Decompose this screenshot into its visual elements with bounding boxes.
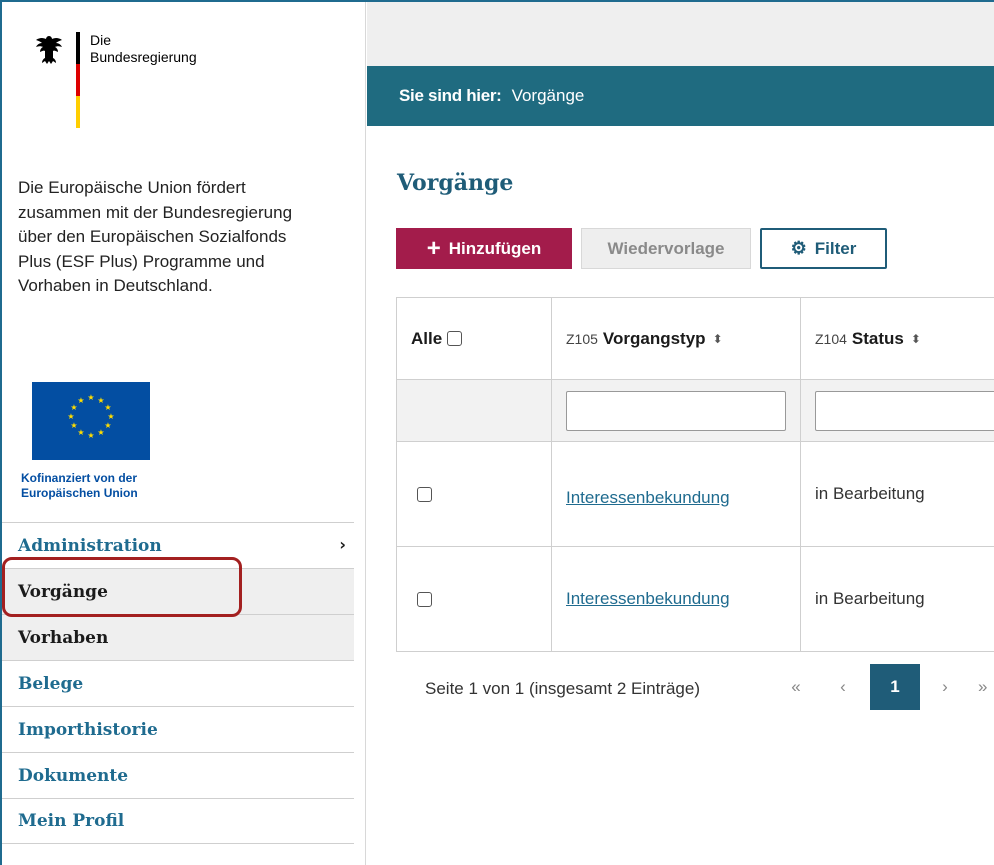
header-type-label: Vorgangstyp	[602, 328, 706, 348]
header-status-code: Z104	[815, 330, 847, 347]
logo-line-1: Die	[90, 32, 112, 48]
svg-text:★: ★	[87, 431, 94, 440]
sort-icon: ⬍	[910, 331, 921, 346]
first-page-button[interactable]: «	[783, 664, 809, 710]
plus-icon: +	[426, 234, 441, 262]
sidebar-item-label: Dokumente	[18, 765, 129, 786]
bundesregierung-logo[interactable]: Die Bundesregierung	[30, 32, 250, 132]
prev-page-button[interactable]: ‹	[833, 664, 853, 710]
sidebar-item-label: Administration	[18, 535, 162, 556]
status-text: in Bearbeitung	[815, 484, 925, 503]
sidebar-item-vorhaben[interactable]: Vorhaben	[2, 614, 354, 660]
sidebar-item-mein-profil[interactable]: Mein Profil	[2, 798, 354, 844]
sidebar-item-label: Importhistorie	[18, 719, 158, 740]
eu-caption-line-2: Europäischen Union	[21, 486, 138, 500]
table-row: Interessenbekundung in Bearbeitung	[397, 547, 994, 652]
svg-text:★: ★	[104, 403, 111, 412]
breadcrumb: Sie sind hier: Vorgänge	[367, 66, 994, 126]
type-link[interactable]: Interessenbekundung	[566, 589, 730, 609]
add-button-label: Hinzufügen	[448, 238, 542, 258]
resubmit-button[interactable]: Wiedervorlage	[581, 228, 751, 269]
logo-line-2: Bundesregierung	[90, 49, 197, 65]
type-link[interactable]: Interessenbekundung	[566, 488, 730, 508]
svg-text:★: ★	[87, 393, 94, 402]
filter-cell-status	[801, 380, 994, 441]
table-row: Interessenbekundung in Bearbeitung	[397, 442, 994, 547]
filter-button[interactable]: ⚙ Filter	[760, 228, 887, 269]
resubmit-button-label: Wiedervorlage	[607, 238, 725, 258]
intro-text: Die Europäische Union fördert zusammen m…	[18, 178, 293, 295]
type-cell: Interessenbekundung	[552, 547, 801, 651]
table-filter-row	[397, 380, 994, 442]
header-vorgangstyp[interactable]: Z105 Vorgangstyp ⬍	[552, 298, 801, 379]
sidebar-item-administration[interactable]: Administration ›	[2, 522, 354, 568]
sidebar-item-label: Vorgänge	[18, 581, 108, 602]
filter-button-label: Filter	[814, 238, 857, 258]
sidebar: Die Bundesregierung Die Europäische Unio…	[2, 2, 366, 865]
select-all-checkbox[interactable]	[447, 331, 463, 346]
header-status[interactable]: Z104 Status ⬍	[801, 298, 994, 379]
sidebar-item-label: Vorhaben	[18, 627, 109, 648]
sidebar-item-label: Mein Profil	[18, 811, 125, 831]
current-page-button[interactable]: 1	[870, 664, 920, 710]
pagination-summary: Seite 1 von 1 (insgesamt 2 Einträge)	[425, 679, 700, 698]
eu-caption-line-1: Kofinanziert von der	[21, 471, 138, 485]
row-select-cell	[397, 442, 552, 546]
next-page-button[interactable]: ›	[935, 664, 955, 710]
row-select-cell	[397, 547, 552, 651]
select-all-label: Alle	[411, 328, 443, 348]
eu-caption: Kofinanziert von der Europäischen Union	[21, 471, 138, 501]
header-select-all: Alle	[397, 298, 552, 379]
sidebar-nav: Administration › Vorgänge Vorhaben Beleg…	[2, 522, 354, 844]
status-cell: in Bearbeitung	[801, 442, 994, 546]
sidebar-item-importhistorie[interactable]: Importhistorie	[2, 706, 354, 752]
type-filter-input[interactable]	[566, 390, 786, 431]
status-text: in Bearbeitung	[815, 589, 925, 608]
federal-eagle-icon	[36, 36, 62, 64]
chevron-right-icon: ›	[339, 535, 346, 554]
svg-text:★: ★	[77, 396, 84, 405]
sort-icon: ⬍	[712, 331, 723, 346]
status-cell: in Bearbeitung	[801, 547, 994, 651]
filter-cell-type	[552, 380, 801, 441]
eu-flag-icon: ★ ★ ★ ★ ★ ★ ★ ★ ★ ★ ★ ★	[32, 382, 150, 460]
row-checkbox[interactable]	[417, 591, 432, 607]
filter-cell-empty	[397, 380, 552, 441]
top-bar	[367, 2, 994, 66]
last-page-button[interactable]: »	[978, 664, 994, 710]
svg-text:★: ★	[104, 421, 111, 430]
svg-text:★: ★	[77, 428, 84, 437]
add-button[interactable]: + Hinzufügen	[396, 228, 572, 269]
gear-icon: ⚙	[790, 238, 807, 258]
table-header-row: Alle Z105 Vorgangstyp ⬍ Z104 Status ⬍	[397, 298, 994, 380]
svg-text:★: ★	[67, 412, 74, 421]
svg-text:★: ★	[70, 421, 77, 430]
svg-text:★: ★	[107, 412, 114, 421]
sidebar-item-label: Belege	[18, 673, 84, 694]
type-cell: Interessenbekundung	[552, 442, 801, 546]
svg-text:★: ★	[97, 428, 104, 437]
status-filter-input[interactable]	[815, 390, 994, 431]
sidebar-item-vorgaenge[interactable]: Vorgänge	[2, 568, 354, 614]
page-title: Vorgänge	[397, 170, 514, 196]
vorgaenge-table: Alle Z105 Vorgangstyp ⬍ Z104 Status ⬍ In…	[396, 297, 994, 652]
sidebar-item-dokumente[interactable]: Dokumente	[2, 752, 354, 798]
header-status-label: Status	[851, 328, 904, 348]
breadcrumb-current: Vorgänge	[511, 86, 585, 105]
german-flag-bar	[76, 32, 80, 128]
logo-text: Die Bundesregierung	[90, 32, 197, 66]
breadcrumb-label: Sie sind hier:	[399, 86, 502, 105]
sidebar-item-belege[interactable]: Belege	[2, 660, 354, 706]
row-checkbox[interactable]	[417, 486, 432, 502]
header-type-code: Z105	[566, 330, 598, 347]
